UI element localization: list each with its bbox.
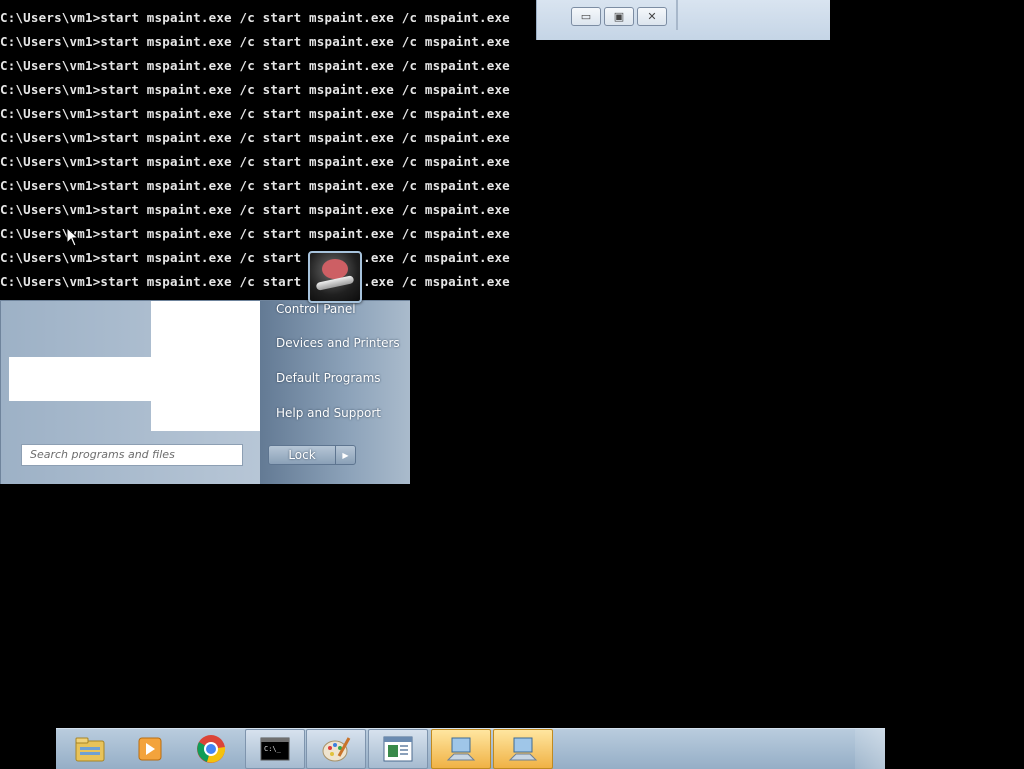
taskbar-item-remote-desktop-2[interactable] xyxy=(493,729,553,769)
close-icon[interactable]: ✕ xyxy=(637,7,667,26)
user-picture-icon[interactable] xyxy=(308,251,362,303)
console-line: C:\Users\vm1>start mspaint.exe /c start … xyxy=(0,130,510,145)
show-desktop-button[interactable] xyxy=(855,729,885,769)
taskbar-item-document-window[interactable] xyxy=(368,729,428,769)
minimize-icon[interactable]: ▭ xyxy=(571,7,601,26)
maximize-icon[interactable]: ▣ xyxy=(604,7,634,26)
document-window-icon xyxy=(383,736,413,762)
programs-list-area[interactable] xyxy=(151,301,260,431)
titlebar-divider xyxy=(676,0,678,30)
console-line: C:\Users\vm1>start mspaint.exe /c start … xyxy=(0,82,510,97)
lock-button-label[interactable]: Lock xyxy=(269,446,336,464)
console-output: C:\Users\vm1>start mspaint.exe /c start … xyxy=(0,6,540,294)
taskbar: C:\_ xyxy=(56,728,885,769)
lock-button[interactable]: Lock ▶ xyxy=(268,445,356,465)
window-controls: ▭ ▣ ✕ xyxy=(571,7,675,29)
media-player-icon xyxy=(138,737,162,761)
svg-text:C:\_: C:\_ xyxy=(264,745,282,753)
start-menu-links-pane: Control Panel Devices and Printers Defau… xyxy=(260,301,410,484)
taskbar-item-command-prompt[interactable]: C:\_ xyxy=(245,729,305,769)
console-line: C:\Users\vm1>start mspaint.exe /c start … xyxy=(0,178,510,193)
program-entry-highlight[interactable] xyxy=(9,357,151,401)
console-line: C:\Users\vm1>start mspaint.exe /c start … xyxy=(0,10,510,25)
search-input[interactable]: Search programs and files xyxy=(21,444,243,466)
console-line: C:\Users\vm1>start mspaint.exe /c start … xyxy=(0,226,510,241)
devices-and-printers-link[interactable]: Devices and Printers xyxy=(276,336,400,350)
network-computer-icon xyxy=(508,737,538,761)
start-menu-programs-pane: Search programs and files xyxy=(1,301,260,484)
taskbar-item-explorer[interactable] xyxy=(60,729,120,769)
console-line: C:\Users\vm1>start mspaint.exe /c start … xyxy=(0,154,510,169)
taskbar-item-chrome[interactable] xyxy=(181,729,241,769)
command-prompt-icon: C:\_ xyxy=(260,737,290,761)
default-programs-link[interactable]: Default Programs xyxy=(276,371,381,385)
console-line: C:\Users\vm1>start mspaint.exe /c start … xyxy=(0,34,510,49)
chrome-icon xyxy=(197,735,226,763)
control-panel-link[interactable]: Control Panel xyxy=(276,302,356,316)
network-computer-icon xyxy=(446,737,476,761)
console-line: C:\Users\vm1>start mspaint.exe /c start … xyxy=(0,58,510,73)
console-line: C:\Users\vm1>start mspaint.exe /c start … xyxy=(0,274,510,289)
taskbar-item-paint[interactable] xyxy=(306,729,366,769)
windows-explorer-icon xyxy=(75,737,105,762)
start-menu: Search programs and files Control Panel … xyxy=(0,300,410,484)
paint-icon xyxy=(322,737,351,762)
help-and-support-link[interactable]: Help and Support xyxy=(276,406,381,420)
chevron-right-icon[interactable]: ▶ xyxy=(336,446,355,464)
window-titlebar: ▭ ▣ ✕ xyxy=(536,0,830,40)
console-line: C:\Users\vm1>start mspaint.exe /c start … xyxy=(0,106,510,121)
console-line: C:\Users\vm1>start mspaint.exe /c start … xyxy=(0,250,510,265)
taskbar-item-remote-desktop-1[interactable] xyxy=(431,729,491,769)
taskbar-item-media-player[interactable] xyxy=(120,729,180,769)
console-line: C:\Users\vm1>start mspaint.exe /c start … xyxy=(0,202,510,217)
mouse-cursor-icon xyxy=(66,227,80,247)
